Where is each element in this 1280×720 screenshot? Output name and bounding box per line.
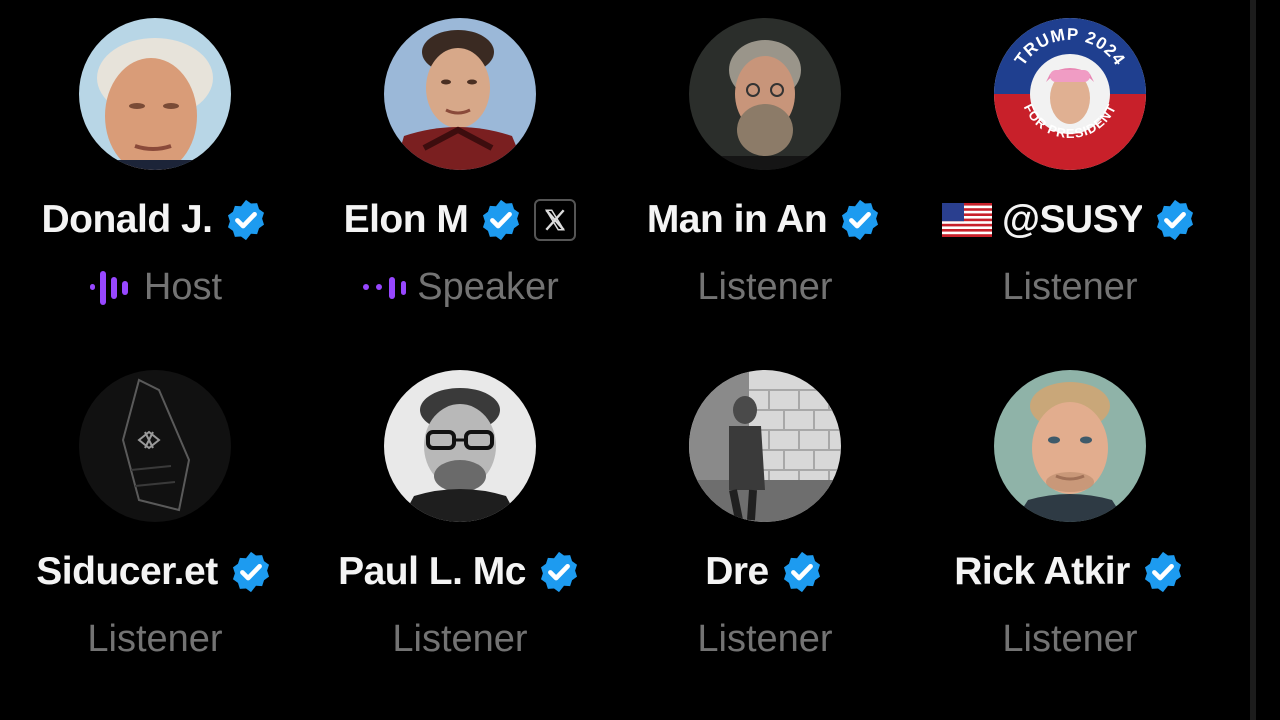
avatar[interactable]: [384, 18, 536, 170]
verified-badge-icon: [536, 549, 582, 595]
verified-badge-icon: [223, 197, 269, 243]
participant-card[interactable]: Siducer.et Listener: [5, 352, 305, 682]
participant-card[interactable]: Elon M Speaker: [310, 0, 610, 330]
participant-card[interactable]: TRUMP 2024 FOR PRESIDENT @SUSY Listener: [920, 0, 1220, 330]
participant-role: Host: [143, 265, 223, 308]
verified-badge-icon: [478, 197, 524, 243]
participant-name: Man in An: [646, 198, 828, 241]
participant-role: Speaker: [417, 265, 559, 308]
verified-badge-icon: [1152, 197, 1198, 243]
speaking-wave-icon: [89, 271, 128, 305]
scrollbar-track[interactable]: [1250, 0, 1256, 720]
participant-role: Listener: [392, 617, 528, 660]
verified-badge-icon: [228, 549, 274, 595]
participant-name: Elon M: [343, 198, 469, 241]
avatar[interactable]: [79, 18, 231, 170]
participant-role: Listener: [87, 617, 223, 660]
avatar[interactable]: [79, 370, 231, 522]
space-participants-grid: Donald J. Host Elon M Speaker Man in An …: [0, 0, 1280, 720]
participant-role: Listener: [1002, 265, 1138, 308]
verified-badge-icon: [1140, 549, 1186, 595]
avatar[interactable]: [994, 370, 1146, 522]
participant-role: Listener: [697, 265, 833, 308]
participant-name: Siducer.et: [36, 550, 218, 593]
participant-name: @SUSY: [1002, 198, 1142, 241]
participant-name: Donald J.: [41, 198, 213, 241]
speaking-wave-icon: [363, 277, 407, 299]
participant-card[interactable]: Paul L. Mc Listener: [310, 352, 610, 682]
x-logo-icon: [534, 199, 577, 241]
us-flag-icon: [942, 203, 992, 237]
participant-name: Paul L. Mc: [338, 550, 526, 593]
participant-role: Listener: [697, 617, 833, 660]
verified-badge-icon: [837, 197, 883, 243]
avatar[interactable]: [689, 370, 841, 522]
participant-name: Rick Atkir: [954, 550, 1130, 593]
participant-role: Listener: [1002, 617, 1138, 660]
verified-badge-icon: [779, 549, 825, 595]
avatar[interactable]: TRUMP 2024 FOR PRESIDENT: [994, 18, 1146, 170]
participant-card[interactable]: Rick Atkir Listener: [920, 352, 1220, 682]
participant-card[interactable]: Man in An Listener: [615, 0, 915, 330]
avatar[interactable]: [384, 370, 536, 522]
avatar[interactable]: [689, 18, 841, 170]
participant-name: Dre: [705, 550, 769, 593]
participant-card[interactable]: Donald J. Host: [5, 0, 305, 330]
participant-card[interactable]: Dre Listener: [615, 352, 915, 682]
